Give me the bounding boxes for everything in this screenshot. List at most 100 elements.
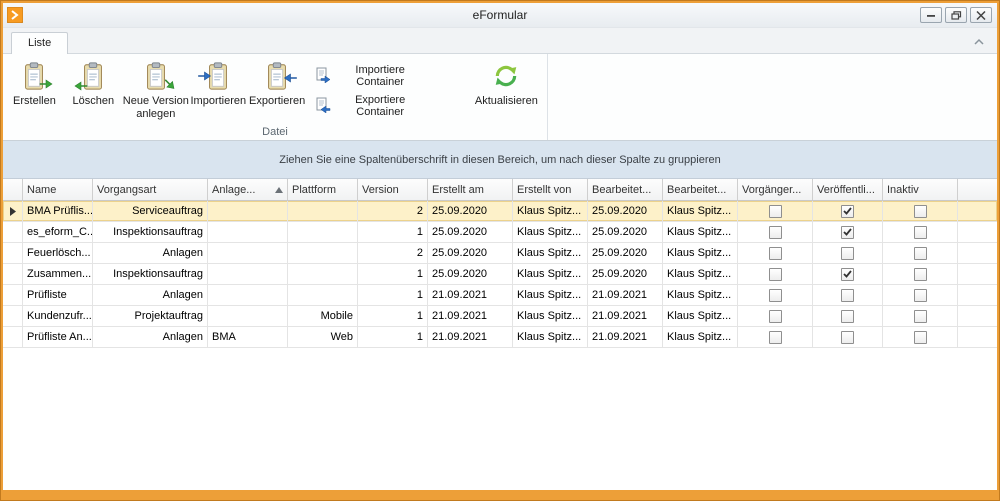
cell-bearbeitet_am: 25.09.2020 (588, 243, 663, 263)
inaktiv-checkbox[interactable] (913, 204, 927, 218)
cell-erstellt_am: 21.09.2021 (428, 306, 513, 326)
new-version-clipboard-icon (140, 59, 175, 93)
cell-name: BMA Prüflis... (23, 201, 93, 221)
minimize-button[interactable] (920, 7, 942, 23)
inaktiv-checkbox[interactable] (913, 288, 927, 302)
app-window: eFormular Liste Erstellen Löschen Neue V… (0, 0, 1000, 501)
table-row[interactable]: Feuerlösch... Anlagen 2 25.09.2020 Klaus Spi… (3, 243, 997, 264)
column-header-plattform[interactable]: Plattform (288, 179, 358, 200)
cell-plattform (288, 285, 358, 305)
cell-name: es_eform_C... (23, 222, 93, 242)
column-header-label: Erstellt am (432, 183, 484, 196)
maximize-button[interactable] (945, 7, 967, 23)
loeschen-button[interactable]: Löschen (64, 56, 123, 124)
neue-version-anlegen-button[interactable]: Neue Version anlegen (123, 56, 189, 124)
cell-vorgangsart: Inspektionsauftrag (93, 264, 208, 284)
table-row[interactable]: Prüfliste Anlagen 1 21.09.2021 Klaus Spitz..… (3, 285, 997, 306)
cell-version: 1 (358, 222, 428, 242)
cell-bearbeitet_von: Klaus Spitz... (663, 285, 738, 305)
check-icon (843, 207, 852, 215)
inaktiv-checkbox[interactable] (913, 330, 927, 344)
table-row[interactable]: es_eform_C... Inspektionsauftrag 1 25.09.20… (3, 222, 997, 243)
column-header-anlage[interactable]: Anlage... (208, 179, 288, 200)
cell-plattform (288, 201, 358, 221)
vorgaenger-checkbox[interactable] (768, 330, 782, 344)
ribbon: Erstellen Löschen Neue Version anlegen I… (3, 54, 997, 141)
veroeffentlicht-checkbox[interactable] (841, 204, 854, 218)
importieren-button[interactable]: Importieren (189, 56, 248, 124)
cell-vorgangsart: Anlagen (93, 285, 208, 305)
veroeffentlicht-checkbox[interactable] (841, 309, 854, 323)
row-indicator-cell (3, 327, 23, 347)
vorgaenger-checkbox[interactable] (768, 267, 782, 281)
cell-inaktiv (883, 306, 958, 326)
check-icon (843, 270, 852, 278)
importiere-container-button[interactable]: Importiere Container (315, 64, 426, 88)
veroeffentlicht-checkbox[interactable] (841, 246, 854, 260)
column-header-label: Vorgänger... (742, 183, 802, 196)
group-by-panel[interactable]: Ziehen Sie eine Spaltenüberschrift in di… (3, 141, 997, 179)
cell-bearbeitet_am: 25.09.2020 (588, 201, 663, 221)
table-row[interactable]: Kundenzufr... Projektauftrag Mobile 1 21.09.… (3, 306, 997, 327)
column-header-erstellt_von[interactable]: Erstellt von (513, 179, 588, 200)
cell-veroeffentlicht (813, 285, 883, 305)
aktualisieren-label: Aktualisieren (474, 95, 538, 107)
column-header-label: Bearbeitet... (592, 183, 652, 196)
column-header-erstellt_am[interactable]: Erstellt am (428, 179, 513, 200)
cell-bearbeitet_von: Klaus Spitz... (663, 243, 738, 263)
cell-veroeffentlicht (813, 201, 883, 221)
cell-inaktiv (883, 243, 958, 263)
table-row[interactable]: Prüfliste An... Anlagen BMA Web 1 21.09.2021 K… (3, 327, 997, 348)
column-header-version[interactable]: Version (358, 179, 428, 200)
column-header-inaktiv[interactable]: Inaktiv (883, 179, 958, 200)
row-indicator-cell (3, 306, 23, 326)
delete-clipboard-icon (74, 59, 109, 93)
column-header-bearbeitet_von[interactable]: Bearbeitet... (663, 179, 738, 200)
table-row[interactable]: Zusammen... Inspektionsauftrag 1 25.09.2020… (3, 264, 997, 285)
veroeffentlicht-checkbox[interactable] (841, 288, 854, 302)
inaktiv-checkbox[interactable] (913, 246, 927, 260)
cell-vorgaenger (738, 201, 813, 221)
vorgaenger-checkbox[interactable] (768, 246, 782, 260)
close-icon (976, 10, 986, 20)
column-header-label: Plattform (292, 183, 337, 196)
cell-bearbeitet_am: 21.09.2021 (588, 327, 663, 347)
exportiere-container-label: Exportiere Container (355, 94, 406, 118)
close-button[interactable] (970, 7, 992, 23)
cell-vorgaenger (738, 306, 813, 326)
vorgaenger-checkbox[interactable] (768, 225, 782, 239)
cell-name: Kundenzufr... (23, 306, 93, 326)
cell-bearbeitet_am: 21.09.2021 (588, 285, 663, 305)
veroeffentlicht-checkbox[interactable] (841, 330, 854, 344)
cell-anlage (208, 285, 288, 305)
data-grid: Name Vorgangsart Anlage... Plattform Version… (3, 179, 997, 490)
inaktiv-checkbox[interactable] (913, 309, 927, 323)
chevron-up-icon (974, 38, 984, 45)
column-header-veroeffentlicht[interactable]: Veröffentli... (813, 179, 883, 200)
vorgaenger-checkbox[interactable] (768, 204, 782, 218)
vorgaenger-checkbox[interactable] (768, 288, 782, 302)
veroeffentlicht-checkbox[interactable] (841, 225, 854, 239)
column-header-vorgangsart[interactable]: Vorgangsart (93, 179, 208, 200)
collapse-ribbon-button[interactable] (971, 35, 987, 49)
inaktiv-checkbox[interactable] (913, 267, 927, 281)
column-header-vorgaenger[interactable]: Vorgänger... (738, 179, 813, 200)
column-header-bearbeitet_am[interactable]: Bearbeitet... (588, 179, 663, 200)
cell-vorgangsart: Inspektionsauftrag (93, 222, 208, 242)
cell-version: 2 (358, 201, 428, 221)
inaktiv-checkbox[interactable] (913, 225, 927, 239)
exportieren-button[interactable]: Exportieren (248, 56, 307, 124)
row-filler (958, 243, 997, 263)
aktualisieren-button[interactable]: Aktualisieren (468, 56, 545, 124)
erstellen-button[interactable]: Erstellen (5, 56, 64, 124)
cell-plattform (288, 264, 358, 284)
veroeffentlicht-checkbox[interactable] (841, 267, 854, 281)
exportiere-container-button[interactable]: Exportiere Container (315, 94, 426, 118)
table-row[interactable]: BMA Prüflis... Serviceauftrag 2 25.09.2020 K… (3, 201, 997, 222)
tab-liste[interactable]: Liste (11, 32, 69, 54)
cell-plattform: Web (288, 327, 358, 347)
column-header-label: Bearbeitet... (667, 183, 727, 196)
row-filler (958, 222, 997, 242)
column-header-name[interactable]: Name (23, 179, 93, 200)
vorgaenger-checkbox[interactable] (768, 309, 782, 323)
